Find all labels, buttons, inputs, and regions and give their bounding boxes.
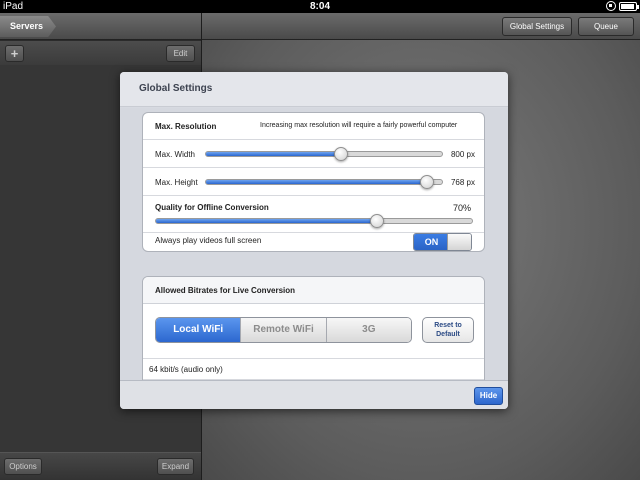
max-resolution-header: Max. Resolution Increasing max resolutio… [143, 113, 484, 140]
quality-value: 70% [452, 203, 471, 213]
hide-button[interactable]: Hide [474, 387, 503, 405]
max-width-label: Max. Width [155, 150, 196, 159]
quality-slider-fill [156, 219, 378, 223]
quality-row: Quality for Offline Conversion 70% [143, 196, 484, 233]
global-settings-modal: Global Settings Max. Resolution Increasi… [120, 72, 508, 409]
quality-label: Quality for Offline Conversion [155, 203, 269, 212]
bitrate-label: 64 kbit/s (audio only) [149, 365, 223, 374]
max-width-slider-fill [206, 152, 341, 156]
max-width-slider[interactable] [205, 147, 443, 161]
max-height-label: Max. Height [155, 178, 198, 187]
reset-line-2: Default [436, 331, 460, 338]
max-width-row: Max. Width 800 px [143, 140, 484, 168]
battery-icon [619, 1, 639, 11]
modal-title: Global Settings [139, 83, 213, 94]
bitrates-header-label: Allowed Bitrates for Live Conversion [155, 286, 296, 295]
toggle-on-label: ON [414, 234, 449, 250]
network-segmented-control: Local WiFi Remote WiFi 3G [155, 317, 412, 343]
max-resolution-note: Increasing max resolution will require a… [260, 122, 458, 129]
segment-local-wifi[interactable]: Local WiFi [156, 318, 241, 342]
detail-nav-bar: Global Settings Queue [202, 13, 640, 40]
max-width-slider-thumb[interactable] [333, 147, 348, 161]
master-toolbar: + Edit [0, 41, 201, 65]
edit-button[interactable]: Edit [166, 45, 195, 62]
global-settings-button[interactable]: Global Settings [502, 17, 572, 36]
reset-to-default-button[interactable]: Reset to Default [422, 317, 474, 343]
bitrates-group: Allowed Bitrates for Live Conversion Loc… [142, 276, 485, 380]
max-height-slider-thumb[interactable] [419, 175, 434, 189]
status-icons [606, 1, 639, 11]
resolution-settings-group: Max. Resolution Increasing max resolutio… [142, 112, 485, 252]
options-button[interactable]: Options [4, 458, 42, 475]
max-height-value: 768 px [450, 178, 475, 187]
segment-remote-wifi[interactable]: Remote WiFi [240, 318, 326, 342]
fullscreen-toggle[interactable]: ON [413, 233, 472, 251]
max-height-slider-fill [206, 180, 427, 184]
toggle-knob [447, 234, 471, 250]
modal-header: Global Settings [120, 72, 508, 107]
bitrate-list-item[interactable]: 64 kbit/s (audio only) [143, 358, 484, 380]
quality-slider-thumb[interactable] [370, 214, 385, 228]
max-height-row: Max. Height 768 px [143, 168, 484, 196]
modal-body: Max. Resolution Increasing max resolutio… [120, 108, 508, 380]
queue-button[interactable]: Queue [578, 17, 634, 36]
rotation-lock-icon [606, 1, 616, 11]
fullscreen-row: Always play videos full screen ON [143, 233, 484, 251]
servers-back-button[interactable]: Servers [0, 16, 56, 37]
expand-button[interactable]: Expand [157, 458, 194, 475]
fullscreen-label: Always play videos full screen [155, 236, 262, 245]
bitrates-header: Allowed Bitrates for Live Conversion [143, 277, 484, 304]
max-height-slider[interactable] [205, 175, 443, 189]
reset-line-1: Reset to [434, 322, 462, 329]
add-server-button[interactable]: + [5, 45, 24, 62]
master-nav-bar: Servers [0, 13, 201, 40]
status-bar: iPad 8:04 [0, 0, 640, 13]
segment-3g[interactable]: 3G [325, 318, 411, 342]
clock: 8:04 [309, 1, 330, 12]
max-width-value: 800 px [450, 150, 475, 159]
max-resolution-label: Max. Resolution [155, 122, 217, 131]
master-bottom-toolbar: Options Expand [0, 452, 201, 480]
modal-footer: Hide [120, 380, 508, 409]
quality-slider[interactable] [155, 214, 473, 228]
